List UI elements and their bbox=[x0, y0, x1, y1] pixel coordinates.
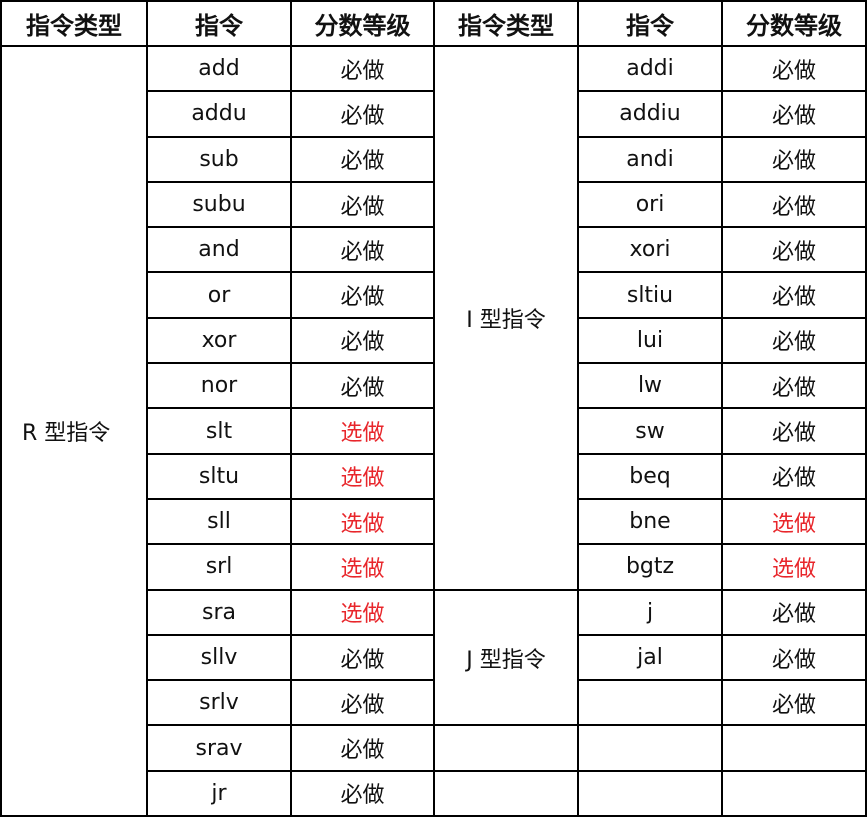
instr-cell: srl bbox=[146, 543, 292, 591]
level-cell: 必做 bbox=[721, 226, 867, 274]
instr-cell: sra bbox=[146, 588, 292, 636]
level-cell: 选做 bbox=[290, 497, 435, 546]
instr-cell: jr bbox=[146, 769, 292, 818]
header-instr-left: 指令 bbox=[146, 0, 292, 47]
instr-cell: lw bbox=[577, 362, 723, 410]
header-level-left: 分数等级 bbox=[290, 0, 435, 47]
level-cell: 必做 bbox=[290, 633, 435, 682]
instr-type-cell-r: R 型指令 bbox=[0, 44, 148, 818]
level-cell: 必做 bbox=[721, 180, 867, 229]
instr-cell: j bbox=[577, 588, 723, 636]
instr-type-cell-i: I 型指令 bbox=[433, 45, 579, 591]
header-instr-right: 指令 bbox=[577, 0, 723, 47]
instr-type-cell-j: J 型指令 bbox=[433, 588, 579, 727]
instr-cell: andi bbox=[577, 135, 723, 183]
level-cell: 必做 bbox=[290, 316, 435, 365]
level-cell: 必做 bbox=[721, 679, 867, 727]
instr-cell: nor bbox=[146, 362, 292, 410]
level-cell: 必做 bbox=[721, 362, 867, 410]
level-cell: 选做 bbox=[290, 588, 435, 636]
instr-cell: sltiu bbox=[577, 271, 723, 319]
level-cell: 必做 bbox=[721, 588, 867, 636]
level-cell: 必做 bbox=[290, 724, 435, 772]
instr-cell: srlv bbox=[146, 679, 292, 727]
instr-cell: jal bbox=[577, 633, 723, 682]
empty-type-cell bbox=[433, 769, 579, 818]
header-row: 指令类型 指令 分数等级 指令类型 指令 分数等级 bbox=[0, 0, 867, 47]
instr-cell: or bbox=[146, 271, 292, 319]
level-cell: 必做 bbox=[290, 769, 435, 818]
header-instr-type-left: 指令类型 bbox=[0, 0, 148, 47]
instr-cell: bne bbox=[577, 497, 723, 546]
instr-cell: sub bbox=[146, 135, 292, 183]
empty-instr-cell bbox=[577, 769, 723, 818]
instr-cell: addiu bbox=[577, 90, 723, 138]
level-cell: 必做 bbox=[290, 44, 435, 93]
instr-cell: sll bbox=[146, 497, 292, 546]
level-cell: 必做 bbox=[721, 407, 867, 455]
header-instr-type-right: 指令类型 bbox=[433, 0, 579, 47]
instr-cell: xor bbox=[146, 316, 292, 365]
table-body: R 型指令 add 必做 I 型指令 addi 必做 addu 必做 addiu 必做 sub 必做 a… bbox=[0, 44, 867, 818]
level-cell: 必做 bbox=[721, 316, 867, 365]
level-cell: 必做 bbox=[290, 180, 435, 229]
level-cell: 必做 bbox=[721, 271, 867, 319]
level-cell: 选做 bbox=[721, 497, 867, 546]
instr-cell bbox=[577, 679, 723, 727]
instr-cell: beq bbox=[577, 452, 723, 500]
instr-cell: slt bbox=[146, 407, 292, 455]
instr-cell: sllv bbox=[146, 633, 292, 682]
level-cell: 选做 bbox=[290, 452, 435, 500]
level-cell: 必做 bbox=[721, 90, 867, 138]
level-cell: 必做 bbox=[290, 135, 435, 183]
empty-type-cell bbox=[433, 724, 579, 772]
level-cell: 必做 bbox=[721, 44, 867, 93]
empty-level-cell bbox=[721, 724, 867, 772]
level-cell: 必做 bbox=[290, 679, 435, 727]
level-cell: 必做 bbox=[721, 452, 867, 500]
level-cell: 必做 bbox=[721, 135, 867, 183]
level-cell: 必做 bbox=[290, 362, 435, 410]
instr-cell: sw bbox=[577, 407, 723, 455]
header-level-right: 分数等级 bbox=[721, 0, 867, 47]
instr-cell: bgtz bbox=[577, 543, 723, 591]
level-cell: 必做 bbox=[721, 633, 867, 682]
instr-cell: subu bbox=[146, 180, 292, 229]
instr-cell: srav bbox=[146, 724, 292, 772]
instr-cell: and bbox=[146, 226, 292, 274]
level-cell: 选做 bbox=[290, 407, 435, 455]
instr-cell: xori bbox=[577, 226, 723, 274]
instr-cell: sltu bbox=[146, 452, 292, 500]
table-row: R 型指令 add 必做 I 型指令 addi 必做 bbox=[0, 44, 867, 818]
instr-cell: lui bbox=[577, 316, 723, 365]
instr-cell: ori bbox=[577, 180, 723, 229]
level-cell: 选做 bbox=[290, 543, 435, 591]
instr-cell: add bbox=[146, 44, 292, 93]
level-cell: 必做 bbox=[290, 90, 435, 138]
instr-cell: addi bbox=[577, 44, 723, 93]
instr-cell: addu bbox=[146, 90, 292, 138]
level-cell: 必做 bbox=[290, 226, 435, 274]
instruction-table: 指令类型 指令 分数等级 指令类型 指令 分数等级 R 型指令 add 必做 I 型指… bbox=[0, 0, 867, 818]
empty-level-cell bbox=[721, 769, 867, 818]
empty-instr-cell bbox=[577, 724, 723, 772]
level-cell: 必做 bbox=[290, 271, 435, 319]
level-cell: 选做 bbox=[721, 543, 867, 591]
